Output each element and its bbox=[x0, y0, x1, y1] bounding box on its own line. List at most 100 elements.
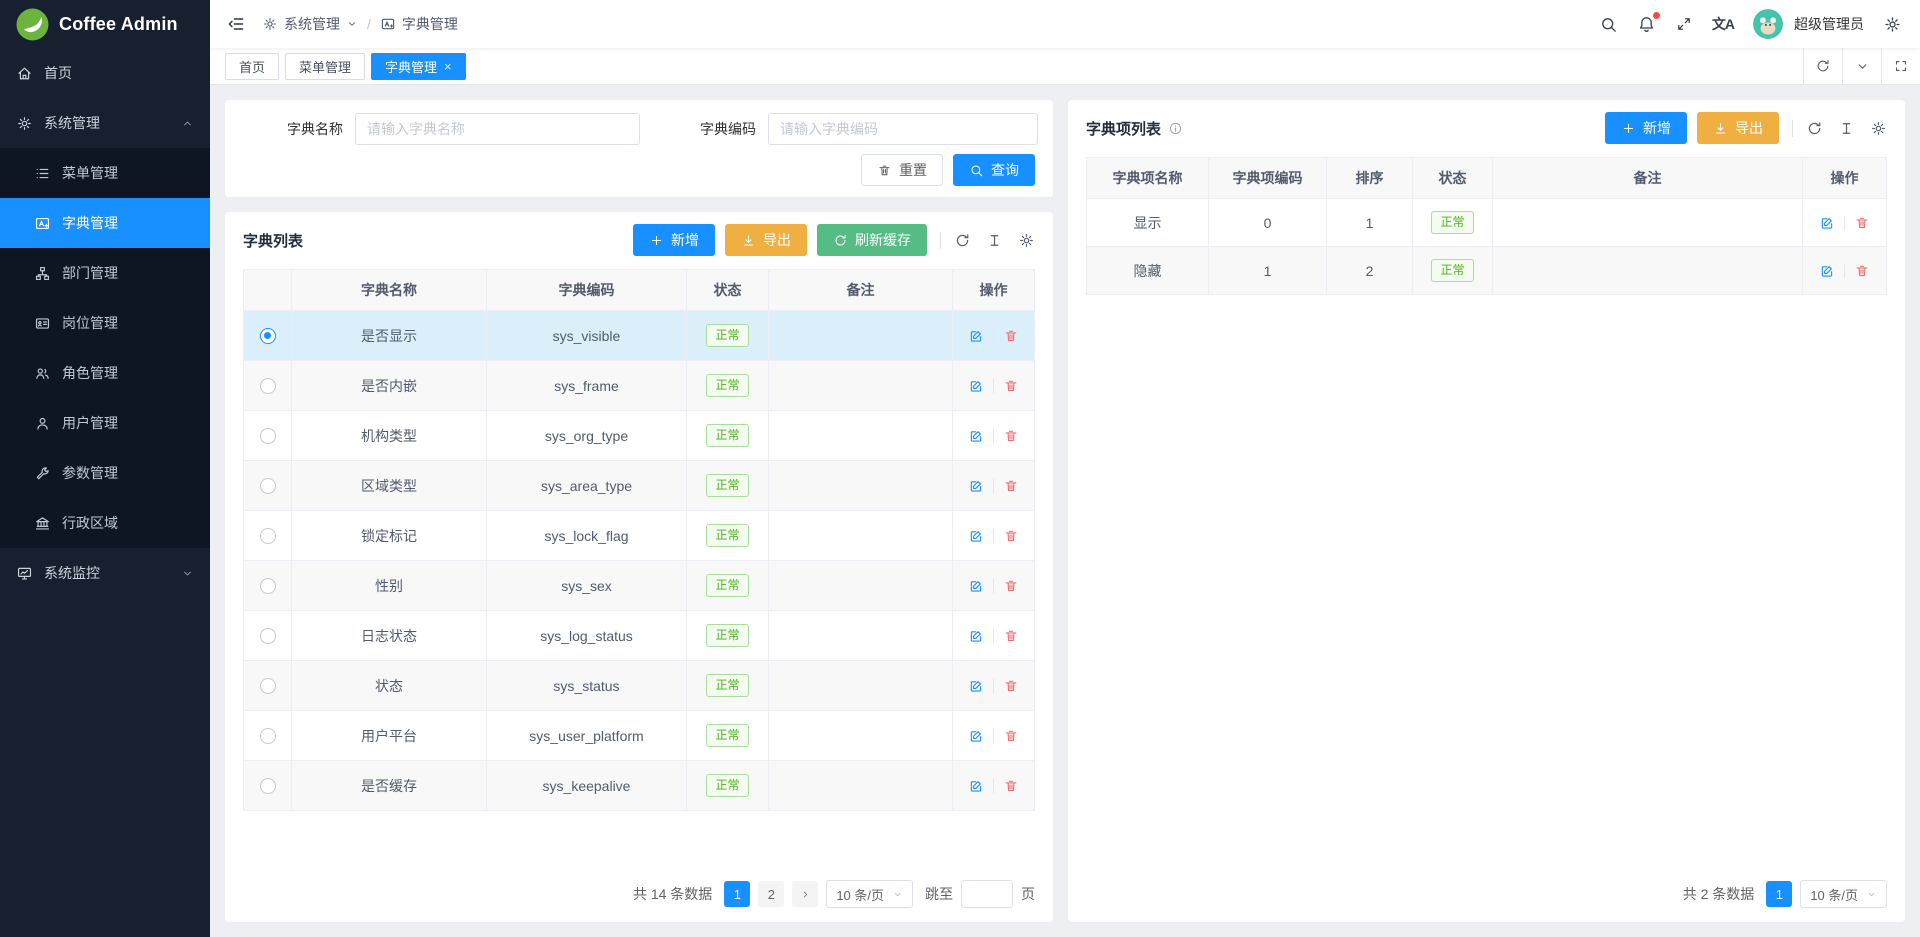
sidebar-item-role-management[interactable]: 角色管理 bbox=[0, 348, 210, 398]
row-radio[interactable] bbox=[260, 378, 276, 394]
breadcrumb-system[interactable]: 系统管理 bbox=[262, 14, 358, 34]
delete-icon[interactable] bbox=[1003, 428, 1019, 444]
maximize-icon[interactable] bbox=[1881, 48, 1920, 84]
table-row[interactable]: 是否显示sys_visible正常 bbox=[244, 311, 1035, 361]
dict-name-input[interactable] bbox=[355, 113, 640, 145]
row-radio[interactable] bbox=[260, 578, 276, 594]
dict-name: 锁定标记 bbox=[292, 511, 487, 561]
sidebar-item-dept-management[interactable]: 部门管理 bbox=[0, 248, 210, 298]
row-radio[interactable] bbox=[260, 628, 276, 644]
delete-icon[interactable] bbox=[1003, 478, 1019, 494]
sidebar-collapse-icon[interactable] bbox=[226, 14, 246, 34]
row-radio[interactable] bbox=[260, 328, 276, 344]
table-row[interactable]: 机构类型sys_org_type正常 bbox=[244, 411, 1035, 461]
tab-menu-management[interactable]: 菜单管理 bbox=[285, 53, 365, 80]
breadcrumb-dict[interactable]: 字典管理 bbox=[380, 14, 458, 34]
delete-icon[interactable] bbox=[1003, 578, 1019, 594]
delete-icon[interactable] bbox=[1003, 378, 1019, 394]
table-row[interactable]: 隐藏12正常 bbox=[1087, 247, 1887, 295]
delete-icon[interactable] bbox=[1003, 628, 1019, 644]
row-radio[interactable] bbox=[260, 478, 276, 494]
row-radio[interactable] bbox=[260, 778, 276, 794]
edit-icon[interactable] bbox=[968, 478, 984, 494]
search-icon[interactable] bbox=[1599, 15, 1618, 34]
table-row[interactable]: 用户平台sys_user_platform正常 bbox=[244, 711, 1035, 761]
table-row[interactable]: 性别sys_sex正常 bbox=[244, 561, 1035, 611]
bell-icon[interactable] bbox=[1637, 15, 1656, 34]
sidebar-item-dict-management[interactable]: 字典管理 bbox=[0, 198, 210, 248]
page-button-2[interactable]: 2 bbox=[758, 881, 784, 907]
info-icon[interactable] bbox=[1168, 121, 1183, 136]
delete-icon[interactable] bbox=[1854, 215, 1870, 231]
add-item-button[interactable]: 新增 bbox=[1605, 112, 1687, 144]
delete-icon[interactable] bbox=[1003, 728, 1019, 744]
delete-icon[interactable] bbox=[1003, 778, 1019, 794]
dict-code-input[interactable] bbox=[768, 113, 1038, 145]
edit-icon[interactable] bbox=[968, 428, 984, 444]
table-row[interactable]: 是否缓存sys_keepalive正常 bbox=[244, 761, 1035, 811]
export-item-button[interactable]: 导出 bbox=[1697, 112, 1779, 144]
edit-icon[interactable] bbox=[1819, 263, 1835, 279]
dict-table: 字典名称字典编码状态备注操作 是否显示sys_visible正常是否内嵌sys_… bbox=[243, 269, 1035, 811]
page-button-1[interactable]: 1 bbox=[724, 881, 750, 907]
edit-icon[interactable] bbox=[968, 578, 984, 594]
edit-icon[interactable] bbox=[1819, 215, 1835, 231]
chevron-down-icon[interactable] bbox=[1842, 48, 1881, 84]
jump-input[interactable] bbox=[961, 880, 1013, 908]
table-row[interactable]: 区域类型sys_area_type正常 bbox=[244, 461, 1035, 511]
table-row[interactable]: 是否内嵌sys_frame正常 bbox=[244, 361, 1035, 411]
add-button[interactable]: 新增 bbox=[633, 224, 715, 256]
export-button[interactable]: 导出 bbox=[725, 224, 807, 256]
table-row[interactable]: 显示01正常 bbox=[1087, 199, 1887, 247]
table-row[interactable]: 状态sys_status正常 bbox=[244, 661, 1035, 711]
table-row[interactable]: 日志状态sys_log_status正常 bbox=[244, 611, 1035, 661]
refresh-icon[interactable] bbox=[1803, 48, 1842, 84]
edit-icon[interactable] bbox=[968, 378, 984, 394]
edit-icon[interactable] bbox=[968, 528, 984, 544]
gear-icon[interactable] bbox=[1870, 120, 1887, 137]
sidebar-item-menu-management[interactable]: 菜单管理 bbox=[0, 148, 210, 198]
edit-icon[interactable] bbox=[968, 778, 984, 794]
sidebar-item-system-monitor[interactable]: 系统监控 bbox=[0, 548, 210, 598]
sidebar-item-region-management[interactable]: 行政区域 bbox=[0, 498, 210, 548]
sidebar-item-user-management[interactable]: 用户管理 bbox=[0, 398, 210, 448]
page-size-select[interactable]: 10 条/页 bbox=[826, 880, 913, 908]
query-button[interactable]: 查询 bbox=[953, 154, 1035, 186]
delete-icon[interactable] bbox=[1854, 263, 1870, 279]
row-radio[interactable] bbox=[260, 428, 276, 444]
gear-icon[interactable] bbox=[1018, 232, 1035, 249]
sidebar-item-home[interactable]: 首页 bbox=[0, 48, 210, 98]
row-radio[interactable] bbox=[260, 678, 276, 694]
edit-icon[interactable] bbox=[968, 678, 984, 694]
refresh-icon[interactable] bbox=[1806, 120, 1823, 137]
column-height-icon[interactable] bbox=[1838, 120, 1855, 137]
username[interactable]: 超级管理员 bbox=[1794, 14, 1864, 34]
tab-home[interactable]: 首页 bbox=[225, 53, 279, 80]
delete-icon[interactable] bbox=[1003, 678, 1019, 694]
table-row[interactable]: 锁定标记sys_lock_flag正常 bbox=[244, 511, 1035, 561]
column-height-icon[interactable] bbox=[986, 232, 1003, 249]
delete-icon[interactable] bbox=[1003, 328, 1019, 344]
edit-icon[interactable] bbox=[968, 628, 984, 644]
fullscreen-icon[interactable] bbox=[1675, 15, 1693, 33]
refresh-icon[interactable] bbox=[954, 232, 971, 249]
row-radio[interactable] bbox=[260, 728, 276, 744]
sidebar-item-param-management[interactable]: 参数管理 bbox=[0, 448, 210, 498]
sidebar-item-post-management[interactable]: 岗位管理 bbox=[0, 298, 210, 348]
dict-remark bbox=[769, 311, 953, 361]
gear-icon[interactable] bbox=[1883, 15, 1902, 34]
tab-dict-management[interactable]: 字典管理× bbox=[371, 53, 466, 80]
delete-icon[interactable] bbox=[1003, 528, 1019, 544]
next-page-button[interactable] bbox=[792, 881, 818, 907]
page-size-select[interactable]: 10 条/页 bbox=[1800, 880, 1887, 908]
avatar[interactable] bbox=[1753, 9, 1783, 39]
refresh-cache-button[interactable]: 刷新缓存 bbox=[817, 224, 927, 256]
sidebar-item-system-management[interactable]: 系统管理 bbox=[0, 98, 210, 148]
page-button-1[interactable]: 1 bbox=[1766, 881, 1792, 907]
edit-icon[interactable] bbox=[968, 328, 984, 344]
edit-icon[interactable] bbox=[968, 728, 984, 744]
row-radio[interactable] bbox=[260, 528, 276, 544]
reset-button[interactable]: 重置 bbox=[861, 154, 943, 186]
close-icon[interactable]: × bbox=[444, 60, 452, 73]
translate-icon[interactable]: 文A bbox=[1712, 14, 1734, 34]
